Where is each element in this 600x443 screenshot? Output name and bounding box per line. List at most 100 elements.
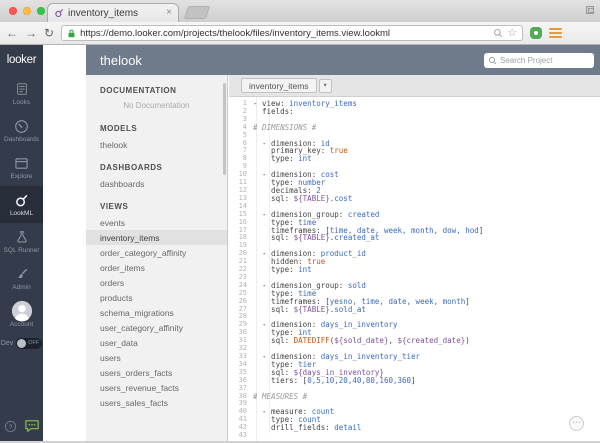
nav-item-lookml[interactable]: LookML — [0, 186, 43, 223]
file-item-thelook[interactable]: thelook — [86, 137, 227, 152]
file-item-order_items[interactable]: order_items — [86, 260, 227, 275]
line-number: 6 — [242, 138, 247, 147]
zoom-button[interactable] — [37, 7, 45, 15]
browser-window: inventory_items × ← → ↻ https://demo.loo… — [0, 0, 600, 443]
nav-item-label: Looks — [12, 98, 31, 106]
file-item-dashboards[interactable]: dashboards — [86, 176, 227, 191]
code-line[interactable]: 38 # MEASURES # — [229, 392, 600, 401]
section-title: DASHBOARDS — [100, 163, 163, 172]
file-item-users_orders_facts[interactable]: users_orders_facts — [86, 365, 227, 380]
code-line[interactable]: 13 sql: ${TABLE}.cost — [229, 194, 600, 203]
code-line[interactable]: 22 type: int — [229, 265, 600, 274]
tab-title: inventory_items — [68, 7, 139, 19]
panel-scrollbar[interactable] — [223, 83, 226, 175]
back-icon[interactable]: ← — [6, 27, 18, 39]
project-header: thelook — [86, 45, 600, 75]
nav-item-label: Explore — [10, 172, 33, 180]
nav-item-label: Dashboards — [3, 135, 40, 143]
sql-runner-icon — [15, 230, 29, 245]
lookml-icon — [14, 193, 29, 208]
chevron-down-icon[interactable]: ▾ — [318, 78, 332, 93]
code-line[interactable]: 4 # DIMENSIONS # — [229, 122, 600, 132]
line-number: 5 — [242, 130, 247, 139]
line-number: 7 — [242, 146, 247, 155]
section-title: DOCUMENTATION — [100, 86, 177, 95]
empty-note: No Documentation — [123, 101, 190, 110]
lock-icon — [67, 28, 76, 39]
nav-item-looks[interactable]: Looks — [0, 75, 43, 112]
reload-icon[interactable]: ↻ — [44, 27, 54, 39]
line-number: 4 — [242, 122, 247, 131]
line-number: 1 — [242, 99, 247, 107]
project-title: thelook — [100, 52, 142, 68]
svg-text:?: ? — [8, 423, 12, 430]
looker-favicon-icon — [54, 8, 64, 18]
browser-tab[interactable]: inventory_items × — [47, 3, 179, 22]
address-bar[interactable]: https://demo.looker.com/projects/thelook… — [61, 25, 524, 41]
nav-item-account[interactable]: Account — [0, 297, 43, 334]
code-line[interactable]: 31 sql: DATEDIFF(${sold_date}, ${created… — [229, 336, 600, 345]
search-icon — [488, 56, 497, 65]
code-line[interactable]: 43 — [229, 431, 600, 440]
nav-item-sql-runner[interactable]: SQL Runner — [0, 223, 43, 260]
nav-item-admin[interactable]: Admin — [0, 260, 43, 297]
close-button[interactable] — [9, 7, 17, 15]
dev-mode-toggle[interactable]: Dev OFF — [0, 334, 43, 352]
code-line[interactable]: 8 type: int — [229, 154, 600, 163]
toggle-knob — [17, 338, 27, 348]
nav-item-explore[interactable]: Explore — [0, 149, 43, 186]
omnibox-search-icon[interactable] — [493, 28, 503, 38]
code-line[interactable]: 36 tiers: [0,5,10,20,40,80,160,360] — [229, 376, 600, 385]
section-title: MODELS — [100, 124, 138, 133]
browser-toolbar: ← → ↻ https://demo.looker.com/projects/t… — [0, 22, 600, 45]
window-controls — [9, 7, 45, 15]
browser-tab-strip: inventory_items × — [0, 0, 600, 22]
nav-item-label: SQL Runner — [3, 246, 40, 254]
looker-nav-rail: looker Looks Dashboards Explore LookML SQL R… — [0, 45, 43, 443]
tab-close-icon[interactable]: × — [166, 8, 172, 18]
code-area[interactable]: 1- view: inventory_items 2 fields: 3 4 # DIM… — [229, 97, 600, 443]
file-item-user_category_affinity[interactable]: user_category_affinity — [86, 320, 227, 335]
file-item-order_category_affinity[interactable]: order_category_affinity — [86, 245, 227, 260]
nav-item-label: Admin — [12, 283, 31, 291]
code-line[interactable]: 42 drill_fields: detail — [229, 423, 600, 432]
looker-logo[interactable]: looker — [0, 45, 43, 75]
search-input[interactable] — [500, 55, 590, 65]
line-number: 2 — [242, 106, 247, 115]
file-item-users_revenue_facts[interactable]: users_revenue_facts — [86, 380, 227, 395]
file-item-users[interactable]: users — [86, 350, 227, 365]
looks-icon — [15, 82, 29, 97]
lookml-editor: inventory_items ▾ 1- view: inventory_ite… — [229, 75, 600, 443]
chat-icon[interactable] — [24, 419, 40, 433]
file-item-users_sales_facts[interactable]: users_sales_facts — [86, 395, 227, 410]
browser-menu-icon[interactable] — [549, 28, 563, 38]
code-line[interactable]: 2 fields: — [229, 106, 600, 116]
new-tab-button[interactable] — [183, 6, 211, 19]
file-item-schema_migrations[interactable]: schema_migrations — [86, 305, 227, 320]
file-item-products[interactable]: products — [86, 290, 227, 305]
forward-icon[interactable]: → — [25, 27, 37, 39]
line-number: 3 — [242, 114, 247, 123]
minimize-button[interactable] — [23, 7, 31, 15]
account-icon — [11, 300, 33, 322]
file-item-inventory_items[interactable]: inventory_items — [86, 230, 227, 245]
code-line[interactable]: 27 sql: ${TABLE}.sold_at — [229, 305, 600, 314]
file-tab[interactable]: inventory_items — [241, 78, 317, 93]
window-resize-icon[interactable] — [586, 6, 594, 14]
corner-badge[interactable]: ••• — [569, 416, 584, 431]
extension-icon[interactable] — [530, 27, 543, 39]
file-browser-panel: DOCUMENTATION No Documentation MODELS thelo… — [86, 75, 228, 443]
code-line[interactable]: 18 sql: ${TABLE}.created_at — [229, 234, 600, 242]
file-item-orders[interactable]: orders — [86, 275, 227, 290]
file-item-events[interactable]: events — [86, 215, 227, 230]
nav-item-label: LookML — [9, 209, 34, 217]
line-number: 8 — [242, 154, 247, 163]
project-search[interactable] — [484, 52, 594, 68]
dev-toggle-switch[interactable]: OFF — [16, 337, 43, 349]
nav-item-dashboards[interactable]: Dashboards — [0, 112, 43, 149]
file-item-user_data[interactable]: user_data — [86, 335, 227, 350]
explore-icon — [14, 156, 29, 171]
dev-label: Dev — [0, 339, 14, 347]
bookmark-star-icon[interactable]: ☆ — [507, 27, 517, 39]
help-icon[interactable]: ? — [4, 420, 17, 433]
